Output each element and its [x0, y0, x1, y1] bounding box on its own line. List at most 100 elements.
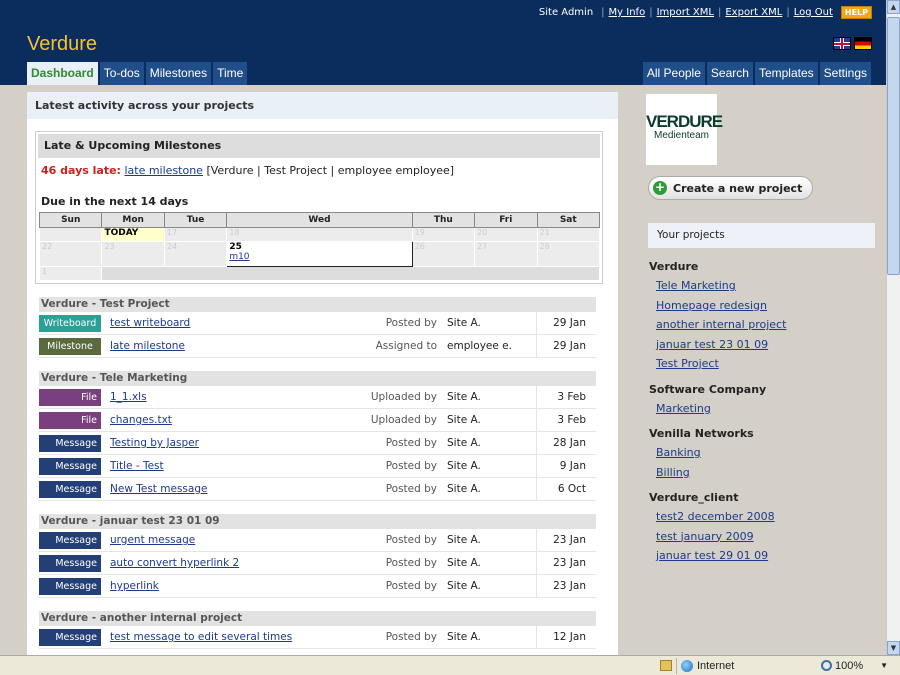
tab-time[interactable]: Time: [213, 62, 248, 85]
activity-link[interactable]: urgent message: [110, 534, 340, 546]
create-project-button[interactable]: + Create a new project: [648, 176, 814, 200]
activity-link[interactable]: test writeboard: [110, 317, 340, 329]
my-info-link[interactable]: My Info: [609, 7, 646, 18]
calendar-date: 25: [229, 242, 242, 252]
milestone-calendar: Sun Mon Tue Wed Thu Fri Sat TODAY 17 18 …: [38, 212, 600, 281]
scroll-thumb[interactable]: [887, 17, 900, 275]
export-xml-link[interactable]: Export XML: [725, 7, 782, 18]
tab-milestones[interactable]: Milestones: [145, 62, 212, 85]
project-link[interactable]: test january 2009: [656, 530, 754, 543]
activity-link[interactable]: Testing by Jasper: [110, 437, 340, 449]
project-link[interactable]: Marketing: [656, 402, 711, 415]
tab-search[interactable]: Search: [706, 62, 753, 85]
project-item: another internal project: [649, 315, 879, 335]
project-item: Marketing: [649, 399, 879, 419]
project-link[interactable]: januar test 29 01 09: [656, 549, 768, 562]
chevron-down-icon[interactable]: ▼: [880, 661, 888, 670]
import-xml-link[interactable]: Import XML: [657, 7, 714, 18]
project-link[interactable]: test2 december 2008: [656, 510, 775, 523]
project-item: Test Project: [649, 354, 879, 374]
activity-action: Posted by: [385, 534, 437, 546]
project-link[interactable]: Homepage redesign: [656, 299, 767, 312]
zoom-level: 100%: [835, 659, 864, 672]
activity-row: Writeboard test writeboard Posted by Site A…: [39, 311, 596, 335]
type-badge-message: Message: [39, 554, 101, 572]
calendar-cell: 26: [411, 241, 476, 267]
company-name: Verdure_client: [649, 491, 739, 504]
calendar-cell: 1: [38, 266, 103, 281]
activity-user: Site A.: [437, 311, 537, 335]
type-badge-file: File: [39, 388, 101, 406]
project-link[interactable]: another internal project: [656, 318, 786, 331]
project-item: test january 2009: [649, 527, 879, 547]
brand-title: Verdure: [27, 33, 98, 55]
project-group: Verdure - Test Project Writeboard test wri…: [39, 297, 596, 358]
admin-tabs: All People Search Templates Settings: [642, 62, 871, 85]
calendar-cell: 18: [226, 227, 413, 242]
activity-action: Posted by: [385, 437, 437, 449]
globe-icon: [681, 659, 693, 672]
log-out-link[interactable]: Log Out: [794, 7, 833, 18]
activity-link[interactable]: auto convert hyperlink 2: [110, 557, 340, 569]
tab-todos[interactable]: To-dos: [99, 62, 144, 85]
calendar-cell: 20: [474, 227, 538, 242]
activity-user: Site A.: [437, 431, 537, 455]
activity-row: Message auto convert hyperlink 2 Posted by…: [39, 551, 596, 575]
scroll-down-arrow[interactable]: ▼: [887, 641, 900, 655]
late-milestone-link[interactable]: late milestone: [124, 164, 202, 177]
activity-action: Posted by: [385, 557, 437, 569]
create-project-label: Create a new project: [673, 181, 803, 195]
milestones-box: Late & Upcoming Milestones 46 days late:…: [35, 131, 603, 284]
browser-status-bar: Internet 100% ▼: [0, 655, 900, 675]
calendar-cell: 17: [163, 227, 228, 242]
activity-date: 23 Jan: [553, 557, 586, 569]
project-link[interactable]: Tele Marketing: [656, 279, 736, 292]
project-group-title: Verdure - januar test 23 01 09: [39, 514, 596, 529]
type-badge-message: Message: [39, 628, 101, 646]
tab-dashboard[interactable]: Dashboard: [27, 62, 98, 85]
help-button[interactable]: HELP: [840, 6, 872, 19]
calendar-milestone-cell: 25 m10: [226, 241, 413, 267]
activity-link[interactable]: hyperlink: [110, 580, 340, 592]
company-name: Software Company: [649, 382, 767, 396]
calendar-cell: 28: [536, 241, 600, 267]
activity-link[interactable]: 1_1.xls: [110, 391, 340, 403]
tab-all-people[interactable]: All People: [642, 62, 705, 85]
vertical-scrollbar[interactable]: ▲ ▼: [886, 0, 900, 655]
activity-user: Site A.: [437, 454, 537, 478]
tab-settings[interactable]: Settings: [819, 62, 871, 85]
calendar-cell: [101, 266, 600, 281]
type-badge-file: File: [39, 411, 101, 429]
uk-flag-icon[interactable]: [833, 37, 851, 50]
milestone-m10-link[interactable]: m10: [229, 252, 249, 262]
project-link[interactable]: januar test 23 01 09: [656, 338, 768, 351]
activity-date: 23 Jan: [553, 580, 586, 592]
activity-row: Message New Test message Posted by Site A. 6…: [39, 477, 596, 501]
activity-user: Site A.: [437, 477, 537, 501]
german-flag-icon[interactable]: [854, 37, 872, 50]
activity-link[interactable]: New Test message: [110, 483, 340, 495]
late-detail: [Verdure | Test Project | employee emplo…: [206, 164, 455, 177]
activity-row: Message Testing by Jasper Posted by Site A.…: [39, 431, 596, 455]
zoom-icon: [821, 660, 832, 671]
activity-user: Site A.: [437, 385, 537, 409]
type-badge-message: Message: [39, 434, 101, 452]
zone-label: Internet: [697, 659, 735, 672]
activity-link[interactable]: late milestone: [110, 340, 340, 352]
activity-link[interactable]: test message to edit several times: [110, 631, 340, 643]
zoom-control[interactable]: 100% ▼: [821, 660, 888, 672]
project-item: januar test 23 01 09: [649, 335, 879, 355]
scroll-up-arrow[interactable]: ▲: [887, 0, 900, 14]
project-link[interactable]: Banking: [656, 446, 701, 459]
activity-date: 23 Jan: [553, 534, 586, 546]
project-link[interactable]: Test Project: [656, 357, 719, 370]
project-link[interactable]: Billing: [656, 466, 690, 479]
activity-date: 29 Jan: [553, 340, 586, 352]
activity-link[interactable]: changes.txt: [110, 414, 340, 426]
calendar-cell: 19: [411, 227, 476, 242]
type-badge-message: Message: [39, 577, 101, 595]
type-badge-writeboard: Writeboard: [39, 314, 101, 332]
app-header: Site Admin | My Info | Import XML | Expo…: [0, 0, 886, 85]
activity-link[interactable]: Title - Test: [110, 460, 340, 472]
tab-templates[interactable]: Templates: [754, 62, 818, 85]
